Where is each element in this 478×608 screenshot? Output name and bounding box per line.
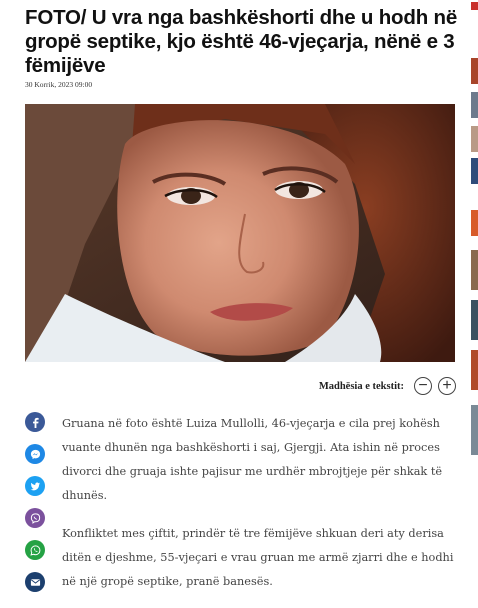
sidebar-thumbnail[interactable] — [471, 92, 478, 118]
viber-icon — [30, 512, 40, 524]
whatsapp-icon — [29, 544, 40, 556]
article-body: Gruana në foto është Luiza Mullolli, 46-… — [62, 412, 462, 608]
article-date: 30 Korrik, 2023 09:00 — [25, 80, 93, 89]
sidebar-thumbnail[interactable] — [471, 210, 478, 236]
article-paragraph: Gruana në foto është Luiza Mullolli, 46-… — [62, 417, 443, 502]
article-headline: FOTO/ U vra nga bashkëshorti dhe u hodh … — [25, 6, 458, 77]
messenger-icon — [30, 449, 40, 459]
sidebar-thumbnail[interactable] — [471, 405, 478, 455]
woman-portrait-image — [25, 104, 455, 362]
email-share-button[interactable] — [25, 572, 45, 592]
whatsapp-share-button[interactable] — [25, 540, 45, 560]
text-size-label: Madhësia e tekstit: — [318, 380, 404, 392]
messenger-share-button[interactable] — [25, 444, 45, 464]
sidebar-thumbnail[interactable] — [471, 58, 478, 84]
twitter-share-button[interactable] — [25, 476, 45, 496]
increase-text-size-button[interactable]: + — [438, 377, 456, 395]
twitter-icon — [30, 482, 40, 490]
facebook-share-button[interactable] — [25, 412, 45, 432]
sidebar-thumbnail[interactable] — [471, 350, 478, 390]
facebook-icon — [32, 417, 39, 428]
sidebar-thumbnail[interactable] — [471, 126, 478, 152]
article-photo — [25, 104, 455, 362]
email-icon — [30, 578, 40, 586]
decrease-text-size-button[interactable]: − — [414, 377, 432, 395]
sidebar-thumbnails — [471, 0, 478, 600]
text-size-controls: Madhësia e tekstit: − + — [319, 375, 456, 397]
viber-share-button[interactable] — [25, 508, 45, 528]
article-paragraph: Konfliktet mes çiftit, prindër të tre fë… — [62, 527, 454, 588]
sidebar-thumbnail[interactable] — [471, 158, 478, 184]
sidebar-thumbnail[interactable] — [471, 2, 478, 10]
sidebar-thumbnail[interactable] — [471, 250, 478, 290]
sidebar-thumbnail[interactable] — [471, 300, 478, 340]
